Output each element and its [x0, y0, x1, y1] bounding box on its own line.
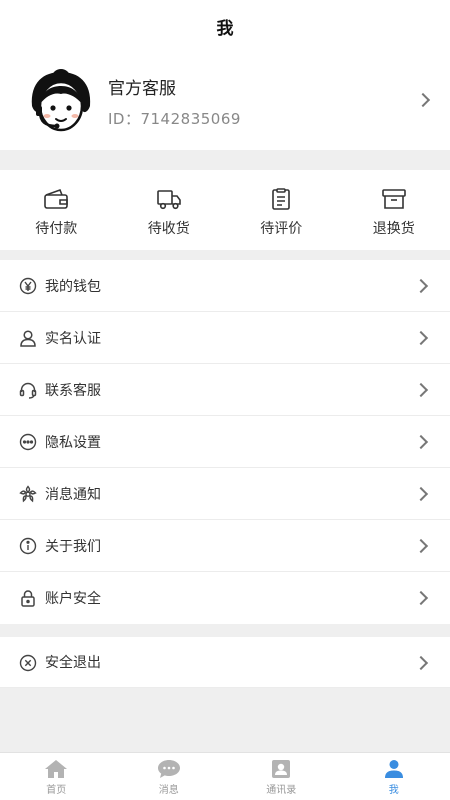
- tab-contacts[interactable]: 通讯录: [225, 753, 338, 800]
- menu-item-label: 实名认证: [45, 330, 101, 347]
- page-title: 我: [216, 18, 234, 39]
- chevron-right-icon: [413, 382, 429, 398]
- profile-id: ID：7142835069: [108, 110, 241, 128]
- menu-item-contact-support[interactable]: 联系客服: [0, 364, 450, 416]
- tab-label: 首页: [46, 785, 67, 796]
- tab-home[interactable]: 首页: [0, 753, 113, 800]
- info-icon: [19, 537, 37, 555]
- logout-button[interactable]: 安全退出: [0, 637, 450, 688]
- order-label: 待收货: [147, 221, 190, 237]
- order-label: 待评价: [260, 221, 303, 237]
- contacts-icon: [272, 760, 291, 778]
- yuan-coin-icon: [19, 277, 37, 295]
- logout-label: 安全退出: [45, 655, 101, 671]
- clipboard-icon: [272, 188, 291, 210]
- chevron-right-icon: [413, 590, 429, 606]
- order-pending-payment[interactable]: 待付款: [0, 170, 113, 250]
- menu-item-notifications[interactable]: 消息通知: [0, 468, 450, 520]
- order-label: 退换货: [372, 221, 415, 237]
- wallet-icon: [44, 188, 69, 209]
- truck-icon: [156, 190, 181, 210]
- order-returns[interactable]: 退换货: [338, 170, 450, 250]
- menu-item-about[interactable]: 关于我们: [0, 520, 450, 572]
- chevron-right-icon: [413, 655, 429, 671]
- order-label: 待付款: [35, 221, 78, 237]
- tab-messages[interactable]: 消息: [113, 753, 226, 800]
- menu-item-wallet[interactable]: 我的钱包: [0, 260, 450, 312]
- menu-item-label: 隐私设置: [45, 434, 101, 451]
- top-bar: 我: [0, 0, 450, 52]
- menu-item-verification[interactable]: 实名认证: [0, 312, 450, 364]
- menu-item-label: 消息通知: [45, 486, 101, 503]
- chevron-right-icon: [413, 278, 429, 294]
- menu-item-account-security[interactable]: 账户安全: [0, 572, 450, 624]
- person-icon: [384, 760, 403, 778]
- menu-item-label: 我的钱包: [45, 278, 101, 295]
- return-box-icon: [381, 189, 406, 209]
- more-dots-icon: [19, 433, 37, 451]
- tab-me[interactable]: 我: [338, 753, 450, 800]
- settings-menu: 我的钱包 实名认证 联系客服 隐私设置 消息通知 关于我们 账户安全: [0, 260, 450, 624]
- tab-label: 消息: [158, 785, 179, 796]
- headset-icon: [19, 382, 37, 399]
- menu-item-label: 联系客服: [45, 382, 101, 399]
- order-pending-receipt[interactable]: 待收货: [113, 170, 226, 250]
- profile-card[interactable]: 官方客服 ID：7142835069: [0, 52, 450, 150]
- chevron-right-icon: [413, 486, 429, 502]
- chat-icon: [157, 760, 180, 778]
- chevron-right-icon: [415, 92, 431, 108]
- close-circle-icon: [19, 654, 37, 672]
- order-pending-review[interactable]: 待评价: [225, 170, 338, 250]
- menu-item-label: 账户安全: [45, 591, 101, 607]
- avatar: [31, 69, 91, 132]
- flower-icon: [19, 485, 37, 503]
- bottom-tab-bar: 首页 消息 通讯录 我: [0, 752, 450, 800]
- menu-item-label: 关于我们: [45, 538, 101, 555]
- tab-label: 通讯录: [266, 785, 297, 796]
- home-icon: [45, 760, 68, 778]
- chevron-right-icon: [413, 538, 429, 554]
- menu-item-privacy[interactable]: 隐私设置: [0, 416, 450, 468]
- chevron-right-icon: [413, 330, 429, 346]
- order-status-bar: 待付款 待收货 待评价 退换货: [0, 170, 450, 250]
- profile-name: 官方客服: [108, 79, 176, 99]
- user-icon: [20, 330, 36, 347]
- chevron-right-icon: [413, 434, 429, 450]
- lock-icon: [21, 590, 35, 607]
- tab-label: 我: [388, 785, 399, 796]
